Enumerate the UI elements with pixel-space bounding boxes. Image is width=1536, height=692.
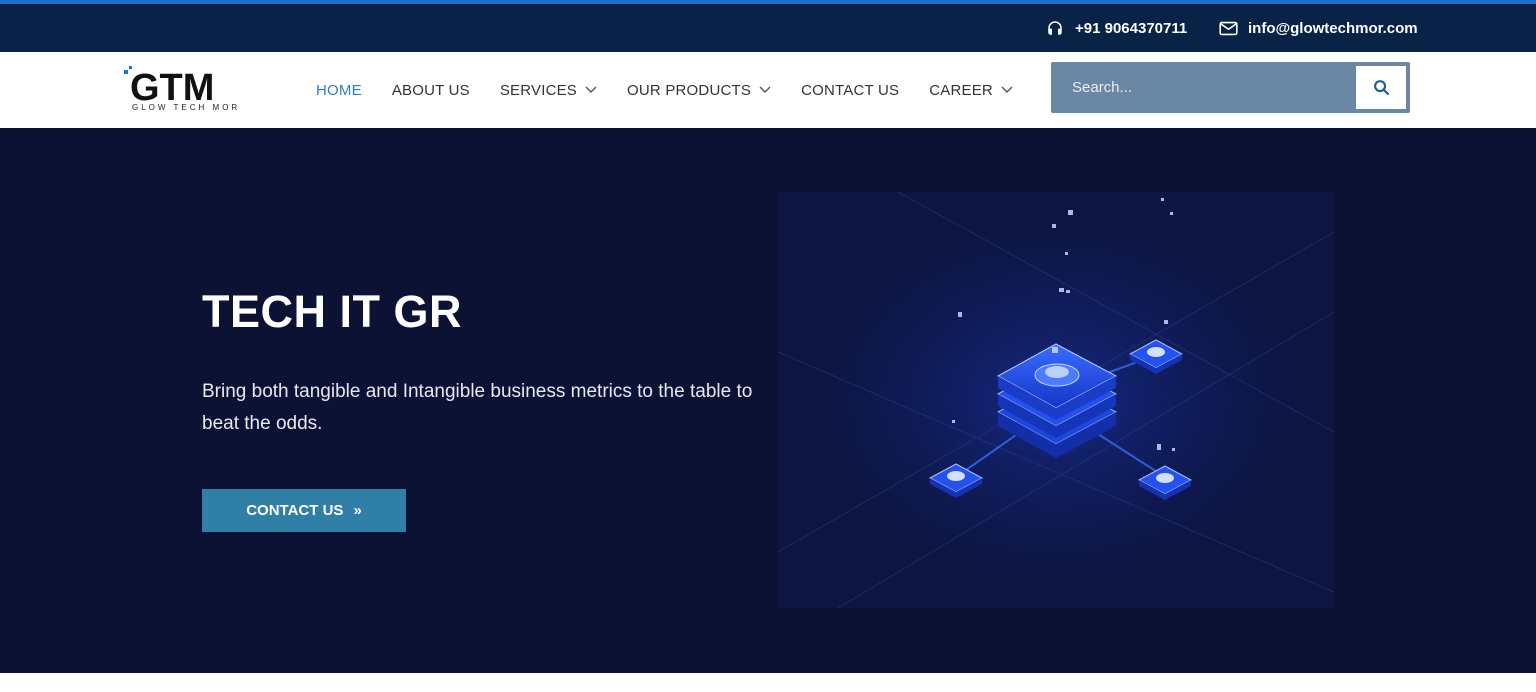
chevron-down-icon bbox=[585, 86, 597, 93]
page-bottom bbox=[0, 673, 1536, 692]
contact-us-button[interactable]: CONTACT US » bbox=[202, 489, 406, 532]
nav-label-home: HOME bbox=[316, 81, 362, 99]
chevron-down-icon bbox=[1001, 86, 1013, 93]
hero-title: TECH IT GR bbox=[202, 286, 462, 337]
logo-tagline: GLOW TECH MOR bbox=[132, 103, 241, 112]
nav-label-about-us: ABOUT US bbox=[391, 81, 470, 99]
top-contact-bar: +91 9064370711 info@glowtechmor.com bbox=[0, 4, 1536, 52]
hero-section: TECH IT GR Bring both tangible and Intan… bbox=[0, 128, 1536, 673]
logo-mark: GTM bbox=[130, 67, 214, 106]
phone-number: +91 9064370711 bbox=[1075, 19, 1188, 37]
email-contact[interactable]: info@glowtechmor.com bbox=[1218, 4, 1418, 52]
nav-item-our-products[interactable]: OUR PRODUCTS bbox=[627, 82, 771, 99]
nav-label-services: SERVICES bbox=[499, 81, 578, 99]
chevron-down-icon bbox=[759, 86, 771, 93]
nav-item-about-us[interactable]: ABOUT US bbox=[392, 82, 470, 99]
search-box bbox=[1051, 62, 1410, 113]
search-button[interactable] bbox=[1356, 66, 1406, 109]
nav-label-career: CAREER bbox=[929, 81, 993, 99]
envelope-icon bbox=[1218, 18, 1238, 38]
email-address: info@glowtechmor.com bbox=[1248, 19, 1418, 37]
search-icon bbox=[1373, 80, 1389, 96]
nav-item-career[interactable]: CAREER bbox=[929, 82, 1013, 99]
cta-label: CONTACT US bbox=[246, 502, 344, 519]
nav-item-contact-us[interactable]: CONTACT US bbox=[801, 82, 899, 99]
double-chevron-right-icon: » bbox=[353, 502, 362, 519]
nav-item-services[interactable]: SERVICES bbox=[500, 82, 597, 99]
search-input[interactable] bbox=[1051, 62, 1351, 113]
nav-label-our-products: OUR PRODUCTS bbox=[627, 81, 752, 99]
nav-item-home[interactable]: HOME bbox=[316, 82, 362, 99]
main-navbar: GTM GLOW TECH MOR HOME ABOUT US SERVICES… bbox=[0, 52, 1536, 128]
hero-illustration bbox=[778, 192, 1334, 608]
phone-contact[interactable]: +91 9064370711 bbox=[1045, 4, 1187, 52]
hero-subtitle: Bring both tangible and Intangible busin… bbox=[202, 381, 753, 434]
primary-navigation: HOME ABOUT US SERVICES OUR PRODUCTS CONT… bbox=[316, 52, 1043, 128]
nav-label-contact-us: CONTACT US bbox=[801, 81, 900, 99]
headphones-icon bbox=[1045, 18, 1065, 38]
